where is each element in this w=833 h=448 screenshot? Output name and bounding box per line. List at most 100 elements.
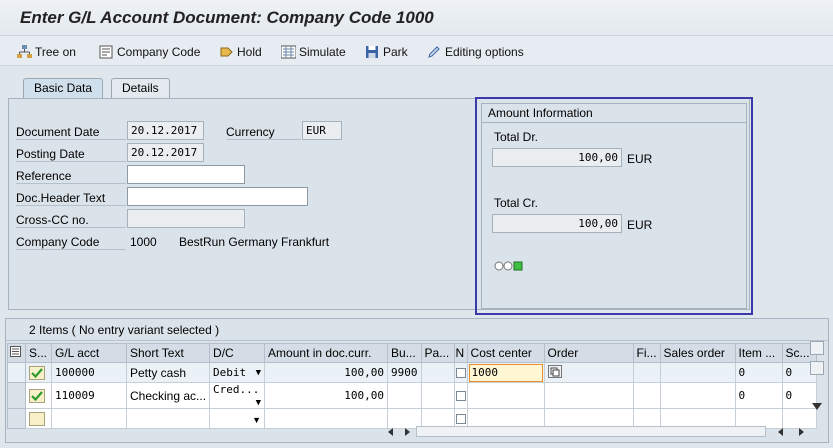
posting-date-field[interactable]: 20.12.2017: [127, 143, 204, 162]
n-checkbox[interactable]: [455, 368, 466, 379]
total-debit-currency: EUR: [627, 152, 653, 166]
dc-cell[interactable]: Debit ▼: [209, 362, 266, 383]
horizontal-scrollbar[interactable]: [416, 426, 766, 437]
cost-center-cell[interactable]: 1000: [466, 362, 545, 383]
column-header-bu[interactable]: Bu...: [387, 343, 422, 363]
row-selector[interactable]: [7, 362, 26, 383]
title-bar: Enter G/L Account Document: Company Code…: [0, 0, 833, 36]
total-credit-currency: EUR: [627, 218, 653, 232]
traffic-light-status-icon: [494, 261, 523, 271]
status-badge: [29, 411, 45, 426]
gl-acct-cell[interactable]: 110009: [51, 382, 127, 409]
company-code-button[interactable]: Company Code: [99, 43, 200, 61]
scroll-left-arrow-icon[interactable]: [386, 427, 396, 437]
sales-order-cell[interactable]: [659, 382, 736, 409]
pa-cell[interactable]: [420, 362, 455, 383]
column-settings-icon[interactable]: [7, 343, 26, 363]
column-header-pa[interactable]: Pa...: [420, 343, 455, 363]
table-row[interactable]: 110009 Checking ac... Cred... ▼ 100,00 0 …: [7, 382, 817, 409]
tab-details[interactable]: Details: [111, 78, 170, 99]
amount-cell[interactable]: 100,00: [264, 362, 389, 383]
status-cell: [25, 382, 52, 409]
fi-cell[interactable]: [632, 382, 661, 409]
fi-cell[interactable]: [632, 362, 661, 383]
scroll-right-arrow-icon-2[interactable]: [796, 427, 806, 437]
reference-field[interactable]: [127, 165, 245, 184]
currency-field[interactable]: EUR: [302, 121, 342, 140]
dropdown-arrow-icon[interactable]: ▼: [252, 415, 261, 425]
column-header-sales-order[interactable]: Sales order: [659, 343, 736, 363]
gl-acct-cell[interactable]: 100000: [51, 362, 127, 383]
hold-button[interactable]: Hold: [219, 43, 262, 61]
gl-acct-cell[interactable]: [51, 408, 127, 429]
park-label: Park: [383, 45, 408, 59]
cost-center-cell[interactable]: [466, 382, 545, 409]
cost-center-input[interactable]: 1000: [468, 363, 543, 382]
status-cell: [25, 408, 52, 429]
amount-cell[interactable]: 100,00: [264, 382, 389, 409]
sales-order-cell[interactable]: [659, 362, 736, 383]
pa-cell[interactable]: [420, 382, 455, 409]
column-header-item[interactable]: Item ...: [734, 343, 783, 363]
amount-cell[interactable]: [264, 408, 389, 429]
status-badge: [29, 388, 45, 403]
grid-settings-icon: [10, 346, 21, 357]
dropdown-arrow-icon[interactable]: ▼: [256, 368, 261, 378]
short-text-cell[interactable]: Petty cash: [125, 362, 211, 383]
amount-information-box: Amount Information Total Dr. 100,00 EUR …: [475, 97, 753, 315]
n-checkbox[interactable]: [455, 414, 466, 425]
doc-header-text-label: Doc.Header Text: [16, 191, 126, 206]
column-header-order[interactable]: Order: [543, 343, 634, 363]
cross-cc-label: Cross-CC no.: [16, 213, 126, 228]
column-header-amount[interactable]: Amount in doc.curr.: [264, 343, 389, 363]
dc-cell[interactable]: ▼: [209, 408, 266, 429]
order-cell[interactable]: [543, 362, 634, 383]
dropdown-arrow-icon[interactable]: ▼: [256, 398, 261, 408]
document-date-label: Document Date: [16, 125, 126, 140]
scroll-left-arrow-icon-2[interactable]: [776, 427, 786, 437]
dc-cell[interactable]: Cred... ▼: [209, 382, 266, 409]
column-header-dc[interactable]: D/C: [209, 343, 266, 363]
value-help-icon[interactable]: [547, 364, 562, 378]
currency-label: Currency: [226, 125, 301, 140]
table-row[interactable]: 100000 Petty cash Debit ▼ 100,00 9900 100…: [7, 362, 817, 383]
column-header-fi[interactable]: Fi...: [632, 343, 661, 363]
column-header-short-text[interactable]: Short Text: [125, 343, 211, 363]
doc-header-text-field[interactable]: [127, 187, 308, 206]
cross-cc-field[interactable]: [127, 209, 245, 228]
vertical-scrollbar[interactable]: [809, 341, 825, 441]
scroll-thumb[interactable]: [810, 361, 824, 375]
application-toolbar: Tree on Company Code Hold Simulate Park …: [0, 36, 833, 66]
column-header-gl-acct[interactable]: G/L acct: [51, 343, 127, 363]
column-header-cost-center[interactable]: Cost center: [466, 343, 545, 363]
scroll-right-arrow-icon[interactable]: [402, 427, 412, 437]
n-cell[interactable]: [453, 362, 468, 383]
item-cell[interactable]: 0: [734, 362, 783, 383]
tab-details-label: Details: [122, 81, 159, 95]
document-date-field[interactable]: 20.12.2017: [127, 121, 204, 140]
items-header-row: S... G/L acct Short Text D/C Amount in d…: [7, 343, 817, 363]
tab-basic-data-label: Basic Data: [34, 81, 93, 95]
editing-options-button[interactable]: Editing options: [427, 43, 524, 61]
scroll-down-arrow-icon[interactable]: [812, 403, 822, 411]
hold-icon: [220, 47, 233, 57]
column-header-status[interactable]: S...: [25, 343, 52, 363]
short-text-cell[interactable]: [125, 408, 211, 429]
short-text-cell[interactable]: Checking ac...: [125, 382, 211, 409]
bu-cell[interactable]: [387, 382, 422, 409]
simulate-button[interactable]: Simulate: [281, 43, 346, 61]
tab-basic-data[interactable]: Basic Data: [23, 78, 104, 99]
tree-on-button[interactable]: Tree on: [17, 43, 76, 61]
bu-cell[interactable]: 9900: [387, 362, 422, 383]
hold-label: Hold: [237, 45, 262, 59]
n-checkbox[interactable]: [455, 391, 466, 402]
column-header-n[interactable]: N: [453, 343, 468, 363]
row-selector[interactable]: [7, 382, 26, 409]
item-cell[interactable]: 0: [734, 382, 783, 409]
editing-options-label: Editing options: [445, 45, 524, 59]
n-cell[interactable]: [453, 382, 468, 409]
scroll-up-button[interactable]: [810, 341, 824, 355]
park-button[interactable]: Park: [365, 43, 408, 61]
order-cell[interactable]: [543, 382, 634, 409]
row-selector[interactable]: [7, 408, 26, 429]
